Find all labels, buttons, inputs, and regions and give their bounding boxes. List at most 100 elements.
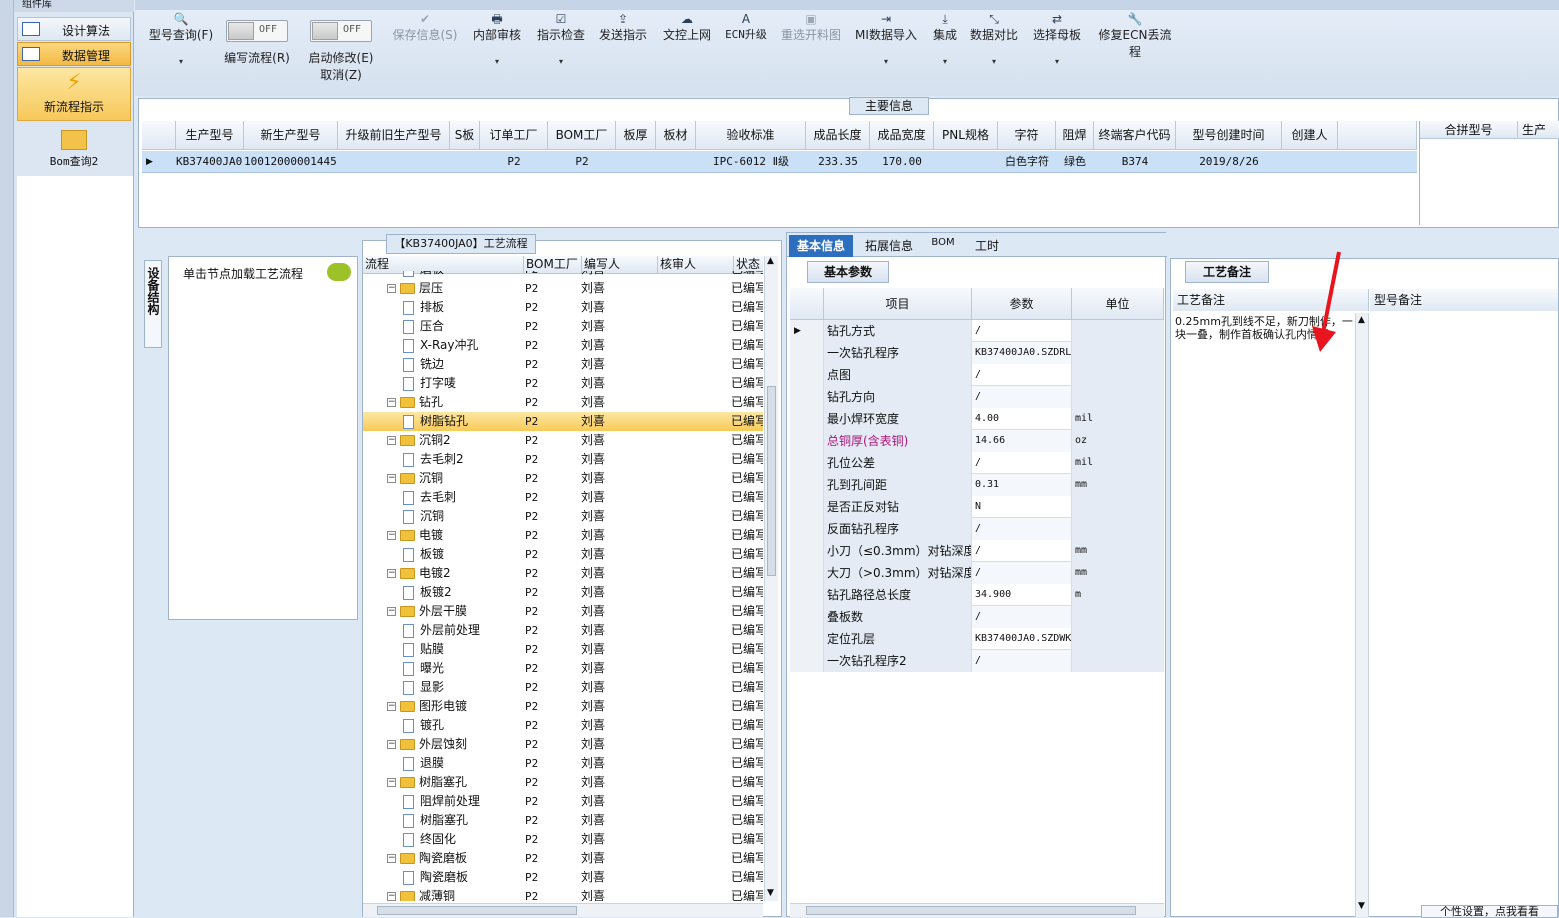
- scroll-down-icon[interactable]: ▼: [767, 888, 774, 898]
- chevron-down-icon[interactable]: ▾: [1029, 57, 1085, 66]
- table-row[interactable]: 大刀（>0.3mm）对钻深度 / mm: [790, 562, 1164, 584]
- remark-tab[interactable]: 工艺备注: [1185, 261, 1269, 283]
- table-row[interactable]: 磨板 P2刘喜 已编写: [363, 271, 763, 279]
- review-button[interactable]: 🖶 内部审核 ▾: [467, 12, 527, 66]
- flow-node[interactable]: − 沉铜: [387, 469, 537, 488]
- column-header[interactable]: 项目: [824, 288, 972, 320]
- tab-extend[interactable]: 拓展信息: [859, 237, 919, 254]
- flow-hscroll[interactable]: [363, 903, 763, 917]
- table-row[interactable]: 外层前处理 P2 刘喜 已编写: [363, 621, 763, 640]
- tab-hours[interactable]: 工时: [967, 237, 1007, 254]
- table-row[interactable]: 去毛刺2 P2 刘喜 已编写: [363, 450, 763, 469]
- column-header[interactable]: 合拼型号: [1420, 121, 1518, 139]
- collapse-icon[interactable]: −: [387, 740, 396, 749]
- table-row[interactable]: − 沉铜2 P2 刘喜 已编写: [363, 431, 763, 450]
- param-value-cell[interactable]: /: [972, 452, 1072, 474]
- param-value-cell[interactable]: 0.31: [972, 474, 1072, 496]
- table-row[interactable]: − 外层干膜 P2 刘喜 已编写: [363, 602, 763, 621]
- check-button[interactable]: ☑ 指示检查 ▾: [533, 12, 589, 66]
- table-row[interactable]: 沉铜 P2 刘喜 已编写: [363, 507, 763, 526]
- device-tree[interactable]: 单击节点加载工艺流程: [168, 256, 358, 620]
- table-row[interactable]: 定位孔层 KB37400JA0.SZDWK: [790, 628, 1164, 650]
- table-row[interactable]: ▶ KB37400JA0 10012000001445 P2 P2 IPC-6012 Ⅱ级…: [142, 151, 1417, 173]
- param-value-cell[interactable]: 34.900: [972, 584, 1072, 606]
- flow-node[interactable]: − 电镀: [387, 526, 537, 545]
- tab-basic[interactable]: 基本信息: [789, 235, 853, 257]
- chevron-down-icon[interactable]: ▾: [967, 57, 1021, 66]
- mi-import-button[interactable]: ⇥ MI数据导入 ▾: [851, 12, 921, 66]
- mother-button[interactable]: ⇄ 选择母板 ▾: [1029, 12, 1085, 66]
- flow-node[interactable]: − 减薄铜: [387, 887, 537, 901]
- column-header[interactable]: PNL规格: [934, 121, 998, 150]
- table-row[interactable]: 去毛刺 P2 刘喜 已编写: [363, 488, 763, 507]
- table-row[interactable]: 阻焊前处理 P2 刘喜 已编写: [363, 792, 763, 811]
- collapse-icon[interactable]: −: [387, 778, 396, 787]
- reselect-button[interactable]: ▣ 重选开料图: [777, 12, 845, 43]
- flow-node[interactable]: − 电镀2: [387, 564, 537, 583]
- collapse-icon[interactable]: −: [387, 607, 396, 616]
- scroll-thumb[interactable]: [767, 386, 776, 576]
- flow-node[interactable]: − 外层干膜: [387, 602, 537, 621]
- column-header[interactable]: 创建人: [1282, 121, 1338, 150]
- param-value-cell[interactable]: KB37400JA0.SZDWK: [972, 628, 1072, 650]
- flow-node[interactable]: − 沉铜2: [387, 431, 537, 450]
- param-value-cell[interactable]: /: [972, 650, 1072, 672]
- table-row[interactable]: 板镀 P2 刘喜 已编写: [363, 545, 763, 564]
- table-row[interactable]: − 电镀2 P2 刘喜 已编写: [363, 564, 763, 583]
- table-row[interactable]: − 图形电镀 P2 刘喜 已编写: [363, 697, 763, 716]
- table-row[interactable]: 板镀2 P2 刘喜 已编写: [363, 583, 763, 602]
- flow-node[interactable]: − 图形电镀: [387, 697, 537, 716]
- nav-item-data-manage[interactable]: 数据管理: [17, 42, 131, 66]
- column-header[interactable]: 验收标准: [696, 121, 806, 150]
- table-row[interactable]: 显影 P2 刘喜 已编写: [363, 678, 763, 697]
- table-row[interactable]: 钻孔方向 /: [790, 386, 1164, 408]
- scroll-down-icon[interactable]: ▼: [1358, 901, 1365, 911]
- chevron-down-icon[interactable]: ▾: [925, 57, 965, 66]
- collapse-icon[interactable]: −: [387, 892, 396, 901]
- table-row[interactable]: 贴膜 P2 刘喜 已编写: [363, 640, 763, 659]
- info-hscroll[interactable]: [790, 903, 1164, 917]
- fix-button[interactable]: 🔧 修复ECN丢流程: [1093, 12, 1177, 60]
- flow-node[interactable]: − 外层蚀刻: [387, 735, 537, 754]
- flow-tree[interactable]: 磨板P2刘喜已编写−层压P2刘喜已编写排板P2刘喜已编写压合P2刘喜已编写X-R…: [363, 271, 763, 901]
- column-header[interactable]: 单位: [1072, 288, 1164, 320]
- table-row[interactable]: 总铜厚(含表铜) 14.66 oz: [790, 430, 1164, 452]
- collapse-icon[interactable]: −: [387, 398, 396, 407]
- table-row[interactable]: 打字唛 P2 刘喜 已编写: [363, 374, 763, 393]
- table-row[interactable]: − 层压 P2 刘喜 已编写: [363, 279, 763, 298]
- param-value-cell[interactable]: KB37400JA0.SZDRL: [972, 342, 1072, 364]
- param-value-cell[interactable]: 14.66: [972, 430, 1072, 452]
- collapse-icon[interactable]: −: [387, 854, 396, 863]
- table-row[interactable]: − 树脂塞孔 P2 刘喜 已编写: [363, 773, 763, 792]
- edit-flow-toggle[interactable]: OFF 编写流程(R): [219, 20, 295, 66]
- nav-item-design[interactable]: 设计算法: [17, 17, 131, 41]
- table-row[interactable]: 孔到孔间距 0.31 mm: [790, 474, 1164, 496]
- table-row[interactable]: − 钻孔 P2 刘喜 已编写: [363, 393, 763, 412]
- table-row[interactable]: − 减薄铜 P2 刘喜 已编写: [363, 887, 763, 901]
- table-row[interactable]: ▶ 钻孔方式 /: [790, 320, 1164, 342]
- table-row[interactable]: X-Ray冲孔 P2 刘喜 已编写: [363, 336, 763, 355]
- param-value-cell[interactable]: /: [972, 562, 1072, 584]
- collapse-icon[interactable]: −: [387, 531, 396, 540]
- flow-node[interactable]: − 树脂塞孔: [387, 773, 537, 792]
- table-row[interactable]: 排板 P2 刘喜 已编写: [363, 298, 763, 317]
- collapse-icon[interactable]: −: [387, 284, 396, 293]
- column-header[interactable]: 板厚: [616, 121, 656, 150]
- collapse-icon[interactable]: −: [387, 474, 396, 483]
- table-row[interactable]: 终固化 P2 刘喜 已编写: [363, 830, 763, 849]
- table-row[interactable]: 孔位公差 / mil: [790, 452, 1164, 474]
- column-header[interactable]: 升级前旧生产型号: [338, 121, 450, 150]
- column-header[interactable]: 字符: [998, 121, 1056, 150]
- column-header[interactable]: 生产: [1518, 121, 1559, 139]
- integrate-button[interactable]: ⤓ 集成 ▾: [925, 12, 965, 66]
- table-row[interactable]: 点图 /: [790, 364, 1164, 386]
- column-header[interactable]: S板: [450, 121, 480, 150]
- flow-node[interactable]: − 陶瓷磨板: [387, 849, 537, 868]
- collapse-icon[interactable]: −: [387, 702, 396, 711]
- column-header[interactable]: 终端客户代码: [1094, 121, 1176, 150]
- scroll-thumb[interactable]: [377, 906, 577, 915]
- device-structure-tab[interactable]: 设备结构: [144, 260, 162, 348]
- table-row[interactable]: − 外层蚀刻 P2 刘喜 已编写: [363, 735, 763, 754]
- column-header[interactable]: 板材: [656, 121, 696, 150]
- flow-node[interactable]: − 层压: [387, 279, 537, 298]
